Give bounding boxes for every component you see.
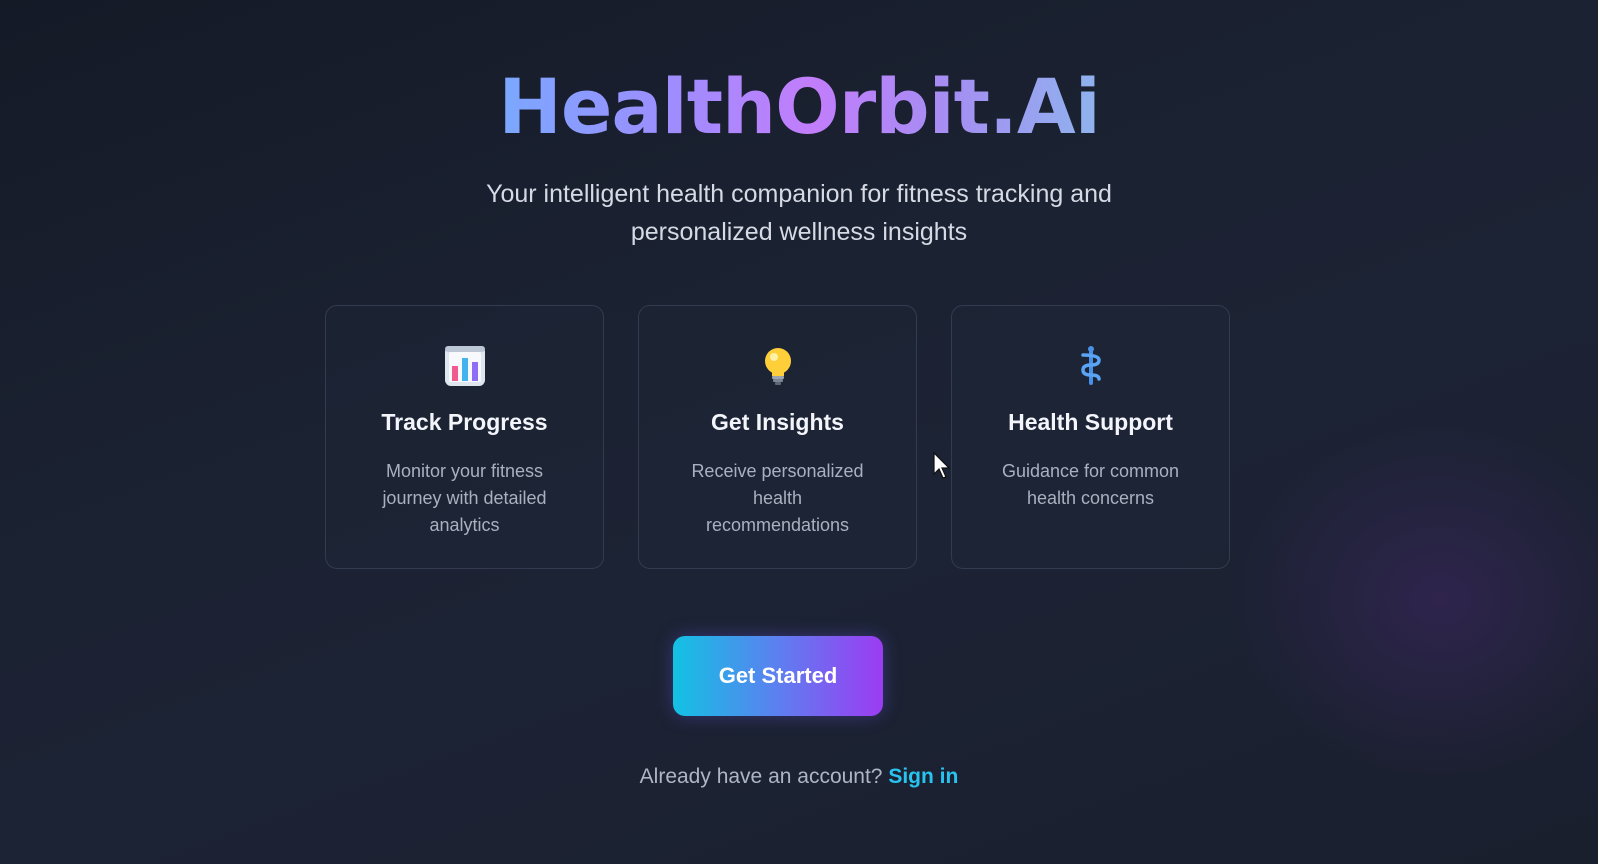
get-started-button[interactable]: Get Started (673, 636, 883, 716)
feature-title: Track Progress (381, 409, 548, 435)
landing-page: HealthOrbit.Ai Your intelligent health c… (0, 0, 1598, 864)
feature-cards: Track Progress Monitor your fitness jour… (325, 305, 1235, 571)
feature-card-get-insights: Get Insights Receive personalized health… (638, 305, 917, 569)
feature-description: Monitor your fitness journey with detail… (382, 461, 547, 535)
sign-in-link[interactable]: Sign in (888, 765, 958, 788)
app-title-text: HealthOrbit.Ai (498, 62, 1101, 151)
signin-prompt: Already have an account? Sign in (0, 765, 1598, 789)
feature-description: Receive personalized health recommendati… (691, 461, 864, 535)
feature-card-health-support: Health Support Guidance for common healt… (951, 305, 1230, 569)
medical-staff-icon (1069, 344, 1113, 388)
feature-description: Guidance for common health concerns (1001, 461, 1180, 508)
app-title: HealthOrbit.Ai (0, 62, 1598, 152)
feature-card-track-progress: Track Progress Monitor your fitness jour… (325, 305, 604, 569)
mouse-pointer-icon (933, 451, 953, 480)
signin-prompt-text: Already have an account? (639, 765, 883, 788)
bar-chart-icon (443, 344, 487, 388)
lightbulb-icon (756, 344, 800, 388)
feature-title: Health Support (1008, 409, 1173, 435)
feature-title: Get Insights (711, 409, 844, 435)
tagline: Your intelligent health companion for fi… (486, 180, 1112, 246)
